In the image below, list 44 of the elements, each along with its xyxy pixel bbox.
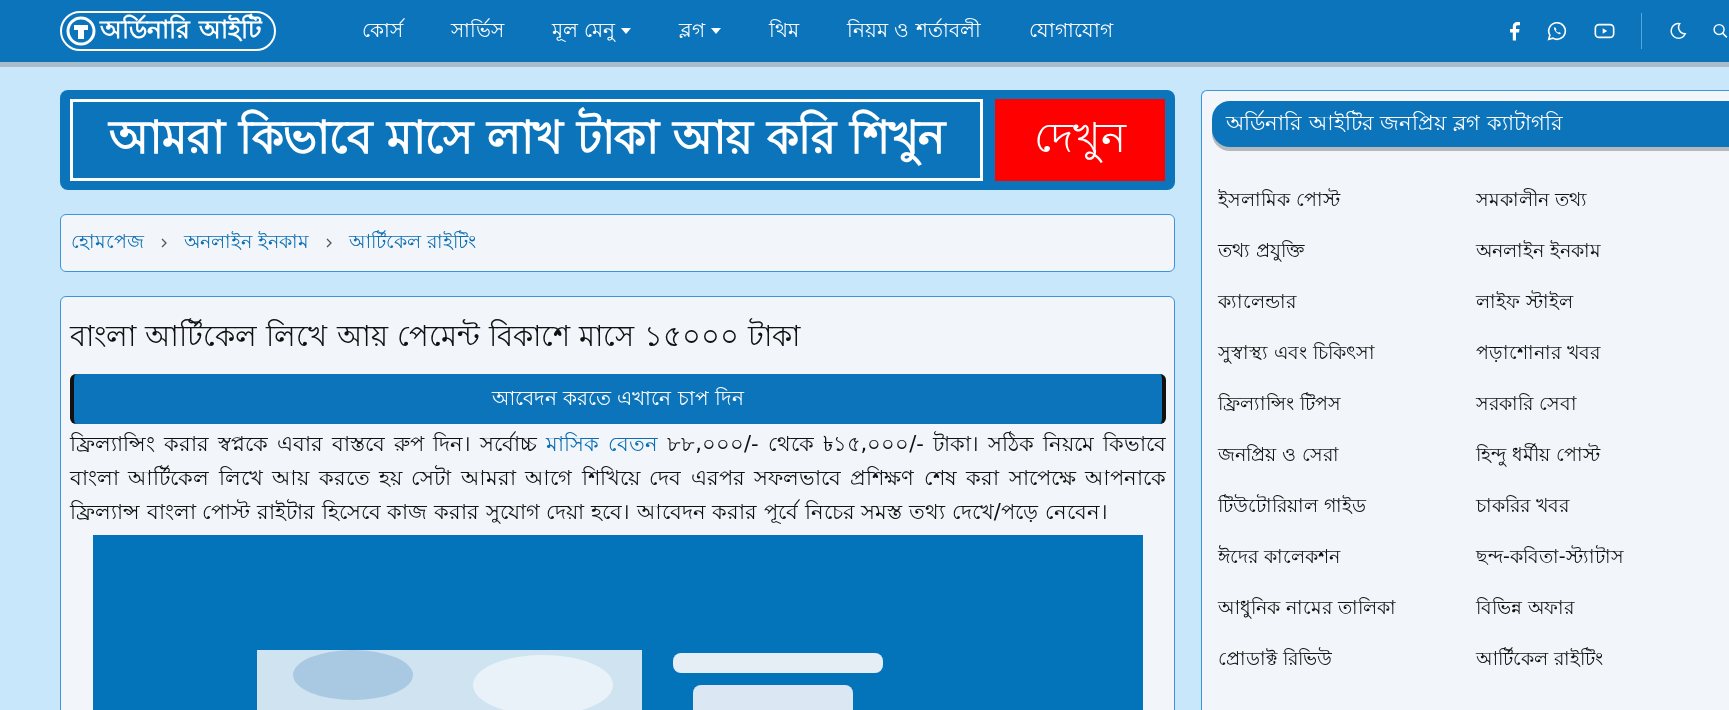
- article-paragraph: ফ্রিল্যান্সিং করার স্বপ্নকে এবার বাস্তবে রুপ দিন। সর্বোচ্চ মাসিক বেতন ৮৮,০০০/- থেকে ৳১৫,০০০/- টাকা। সঠিক নিয়মে কিভাবে বাংলা আর্টিকেল লিখে আয় করতে হয় সেটা আমরা আগে শিখিয়ে দেব এরপর সফলভাবে প্রশিক্ষণ শেষ করা সাপেক্ষে আপনাকে ফ্রিল্যান্স বাংলা পোস্ট রাইটার হিসেবে কাজ করার সুযোগ দেয়া হবে। আবেদন করার পূর্বে নিচের সমস্ত তথ্য দেখে/পড়ে নেবেন।: [70, 430, 1166, 526]
- category-link[interactable]: সুস্বাস্থ্য এবং চিকিৎসা: [1218, 328, 1376, 379]
- salary-link[interactable]: মাসিক বেতন: [546, 432, 659, 456]
- category-link[interactable]: টিউটোরিয়াল গাইড: [1218, 481, 1367, 532]
- category-link[interactable]: ক্যালেন্ডার: [1218, 277, 1296, 328]
- logo-icon: [66, 16, 96, 46]
- view-button[interactable]: দেখুন: [995, 99, 1165, 181]
- chat-bubble-icon[interactable]: [1546, 20, 1568, 42]
- breadcrumb-link[interactable]: হোমপেজ: [71, 227, 144, 259]
- category-link[interactable]: সরকারি সেবা: [1476, 379, 1578, 430]
- category-link[interactable]: আর্টিকেল রাইটিং: [1476, 634, 1604, 685]
- category-link[interactable]: তথ্য প্রযুক্তি: [1218, 226, 1305, 277]
- nav-link[interactable]: সার্ভিস: [426, 14, 528, 48]
- breadcrumb-link[interactable]: আর্টিকেল রাইটিং: [349, 227, 477, 259]
- category-link[interactable]: লাইফ স্টাইল: [1476, 277, 1574, 328]
- breadcrumb-link[interactable]: অনলাইন ইনকাম: [184, 227, 310, 259]
- category-link[interactable]: ইসলামিক পোস্ট: [1218, 175, 1341, 226]
- category-link[interactable]: জনপ্রিয় ও সেরা: [1218, 430, 1340, 481]
- banner-headline: আমরা কিভাবে মাসে লাখ টাকা আয় করি শিখুন: [70, 99, 983, 181]
- nav-link[interactable]: থিম: [745, 14, 824, 48]
- category-link[interactable]: অনলাইন ইনকাম: [1476, 226, 1602, 277]
- chevron-icon: [160, 238, 168, 248]
- nav-link[interactable]: কোর্স: [337, 14, 427, 48]
- article-title: বাংলা আর্টিকেল লিখে আয় পেমেন্ট বিকাশে মাসে ১৫০০০ টাকা: [70, 317, 802, 355]
- apply-button[interactable]: আবেদন করতে এখানে চাপ দিন: [70, 374, 1166, 424]
- category-link[interactable]: চাকরির খবর: [1476, 481, 1570, 532]
- category-link[interactable]: ছন্দ-কবিতা-স্ট্যাটাস: [1476, 532, 1624, 583]
- facebook-icon[interactable]: [1508, 20, 1522, 42]
- caret-icon: [621, 28, 632, 34]
- category-link[interactable]: হিন্দু ধর্মীয় পোস্ট: [1476, 430, 1601, 481]
- caret-icon: [711, 28, 722, 34]
- category-link[interactable]: প্রোডাক্ট রিভিউ: [1218, 634, 1333, 685]
- site-logo[interactable]: অর্ডিনারি আইটি: [60, 11, 276, 51]
- category-link[interactable]: ঈদের কালেকশন: [1218, 532, 1341, 583]
- nav-dropdown[interactable]: ব্লগ: [655, 14, 746, 48]
- category-link[interactable]: আধুনিক নামের তালিকা: [1218, 583, 1397, 634]
- category-link[interactable]: সমকালীন তথ্য: [1476, 175, 1588, 226]
- nav-dropdown[interactable]: মূল মেনু: [527, 14, 656, 48]
- category-link[interactable]: পড়াশোনার খবর: [1476, 328, 1601, 379]
- category-link[interactable]: বিভিন্ন অফার: [1476, 583, 1575, 634]
- category-link[interactable]: ফ্রিল্যান্সিং টিপস: [1218, 379, 1342, 430]
- chevron-icon: [325, 238, 334, 248]
- nav-link[interactable]: যোগাযোগ: [1004, 14, 1137, 48]
- nav-link[interactable]: নিয়ম ও শর্তাবলী: [823, 14, 1005, 48]
